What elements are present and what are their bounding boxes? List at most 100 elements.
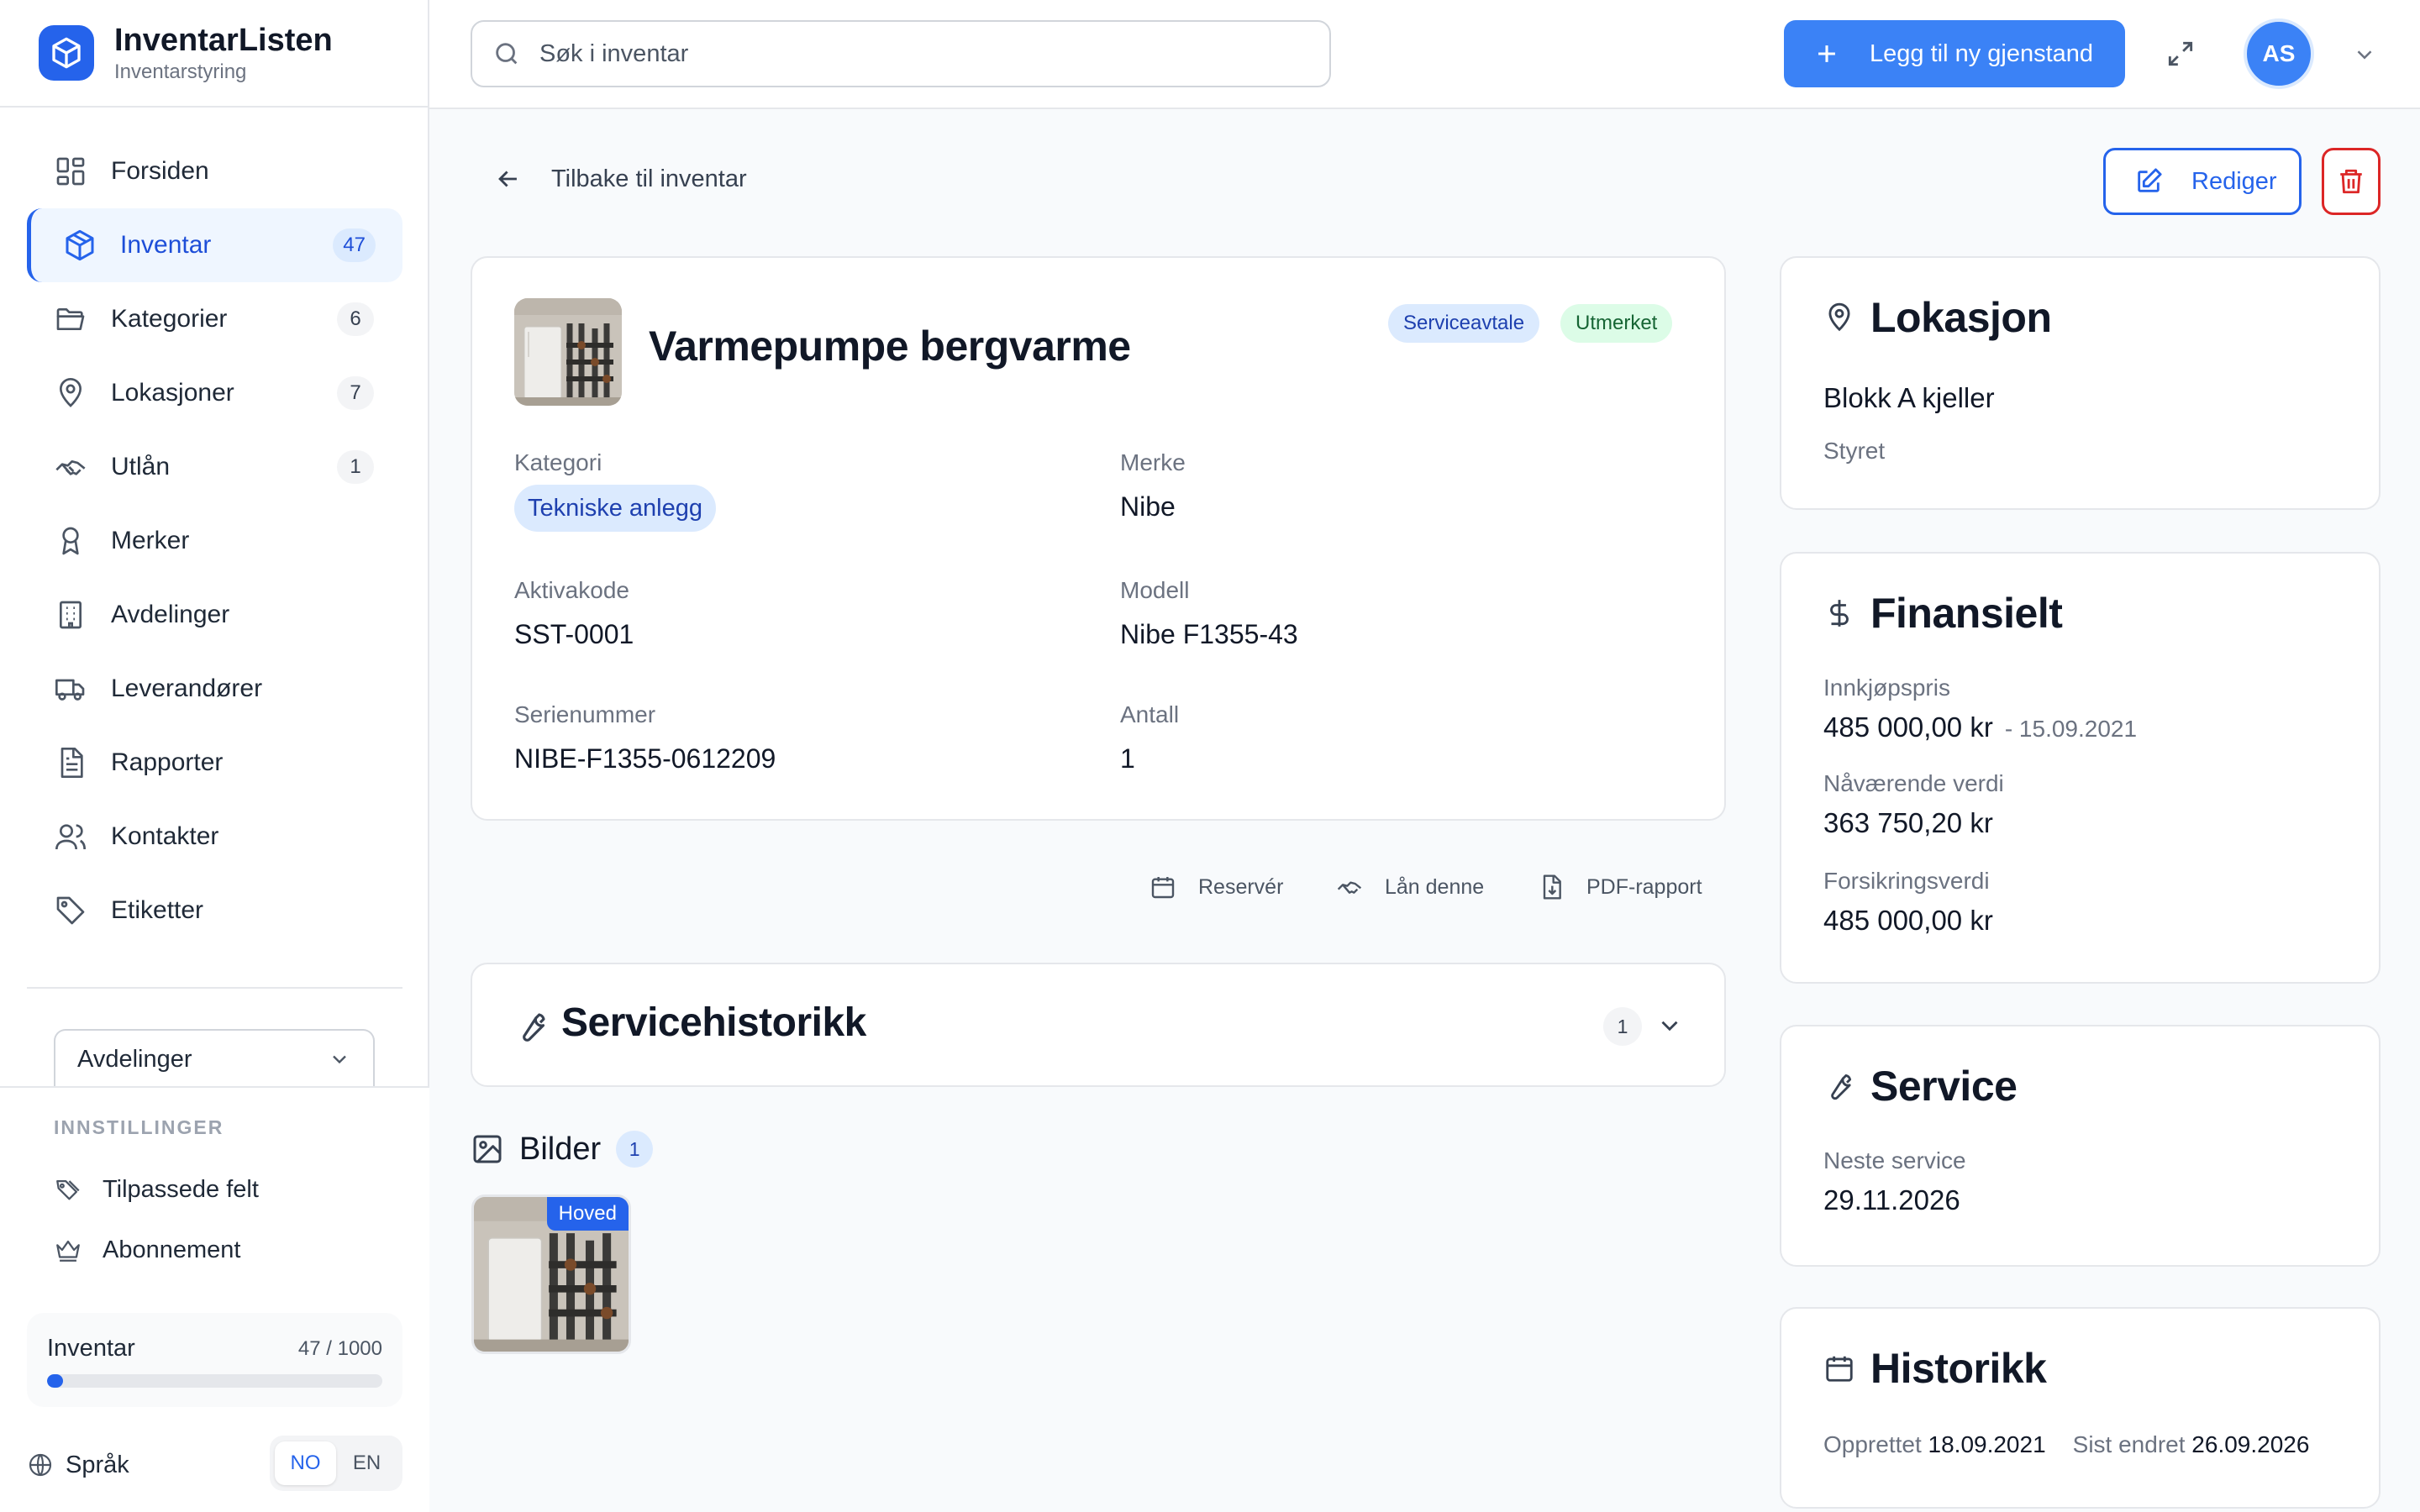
language-option-en[interactable]: EN (336, 1441, 397, 1485)
search-input[interactable] (539, 39, 1296, 68)
purchase-price-value: 485 000,00 kr - 15.09.2021 (1823, 711, 2137, 743)
service-title: Service (1870, 1063, 2018, 1110)
expand-icon[interactable] (2165, 38, 2196, 70)
location-place: Blokk A kjeller (1823, 382, 1995, 413)
purchase-price-amount: 485 000,00 kr (1823, 711, 1993, 743)
item-title: Varmepumpe bergvarme (649, 323, 1131, 370)
sidebar-item-merker[interactable]: Merker (27, 504, 402, 578)
usage-label: Inventar (47, 1335, 135, 1362)
tag-icon (54, 894, 87, 927)
location-card: Lokasjon Blokk A kjeller Styret (1780, 256, 2381, 510)
department-select[interactable]: Avdelinger (54, 1029, 375, 1088)
field-value-asset-code: SST-0001 (514, 619, 634, 649)
sidebar-item-label: Lokasjoner (111, 379, 234, 407)
sidebar-item-leverandorer[interactable]: Leverandører (27, 652, 402, 726)
count-badge: 6 (337, 302, 374, 336)
sidebar-item-lokasjoner[interactable]: Lokasjoner 7 (27, 356, 402, 430)
changed-value: 26.09.2026 (2191, 1431, 2310, 1457)
edit-button[interactable]: Rediger (2103, 148, 2302, 215)
dollar-icon (1823, 597, 1855, 629)
app-title: InventarListen (114, 23, 333, 58)
next-service-value: 29.11.2026 (1823, 1184, 1960, 1215)
users-icon (54, 820, 87, 853)
sidebar-divider (27, 987, 402, 989)
usage-value: 47 / 1000 (297, 1336, 382, 1360)
location-owner: Styret (1823, 438, 1886, 464)
sidebar-item-label: Avdelinger (111, 601, 230, 628)
file-download-icon (1538, 874, 1565, 900)
settings-item-label: Tilpassede felt (103, 1175, 259, 1203)
sidebar-item-label: Rapporter (111, 748, 224, 776)
calendar-icon (1150, 874, 1176, 900)
images-count: 1 (616, 1131, 654, 1168)
back-label: Tilbake til inventar (551, 165, 747, 192)
sidebar-item-etiketter[interactable]: Etiketter (27, 874, 402, 948)
handshake-icon (1336, 874, 1363, 900)
sidebar-item-avdelinger[interactable]: Avdelinger (27, 578, 402, 652)
sidebar-item-label: Etiketter (111, 896, 204, 924)
finance-title: Finansielt (1870, 590, 2063, 637)
loan-action[interactable]: Lån denne (1336, 874, 1484, 900)
field-value-serial: NIBE-F1355-0612209 (514, 743, 776, 774)
image-icon (471, 1132, 504, 1166)
department-select-value: Avdelinger (77, 1045, 192, 1073)
sidebar-item-inventar[interactable]: Inventar 47 (27, 208, 402, 282)
wrench-icon (1823, 1070, 1855, 1102)
field-label-category: Kategori (514, 449, 602, 475)
sidebar-item-kategorier[interactable]: Kategorier 6 (27, 282, 402, 356)
finance-card: Finansielt Innkjøpspris 485 000,00 kr - 1… (1780, 552, 2381, 984)
chevron-down-icon[interactable] (2352, 42, 2377, 67)
chevron-down-icon (328, 1047, 351, 1071)
folder-icon (54, 302, 87, 336)
sidebar-item-rapporter[interactable]: Rapporter (27, 726, 402, 800)
edit-icon (2134, 167, 2163, 196)
settings-item-label: Abonnement (103, 1236, 241, 1263)
brand[interactable]: InventarListen Inventarstyring (0, 0, 428, 108)
handshake-icon (54, 450, 87, 484)
avatar[interactable]: AS (2244, 18, 2314, 89)
building-icon (54, 598, 87, 632)
sidebar-item-label: Leverandører (111, 675, 263, 702)
box-logo-icon (39, 25, 94, 81)
sidebar-item-utlan[interactable]: Utlån 1 (27, 430, 402, 504)
sidebar-item-kontakter[interactable]: Kontakter (27, 800, 402, 874)
field-label-quantity: Antall (1120, 701, 1180, 727)
next-service-label: Neste service (1823, 1147, 1966, 1173)
reserve-action[interactable]: Reservér (1150, 874, 1283, 900)
map-pin-icon (54, 376, 87, 410)
service-history-accordion[interactable]: Servicehistorikk 1 (471, 963, 1726, 1087)
crown-icon (54, 1236, 82, 1264)
sidebar-item-label: Forsiden (111, 157, 209, 185)
language-label: Språk (66, 1451, 129, 1478)
loan-label: Lån denne (1385, 874, 1485, 899)
tag-service-agreement: Serviceavtale (1388, 304, 1540, 343)
pdf-report-action[interactable]: PDF-rapport (1538, 874, 1702, 900)
back-link[interactable]: Tilbake til inventar (494, 165, 747, 193)
created-label: Opprettet (1823, 1431, 1922, 1457)
sidebar-item-label: Merker (111, 527, 190, 554)
item-thumbnail[interactable] (514, 298, 622, 406)
history-title: Historikk (1870, 1345, 2047, 1392)
language-option-no[interactable]: NO (275, 1441, 336, 1485)
history-row: Opprettet 18.09.2021 Sist endret 26.09.2… (1823, 1431, 2309, 1458)
image-thumbnail[interactable]: Hoved (471, 1194, 631, 1354)
box-icon (63, 228, 97, 262)
insurance-value-label: Forsikringsverdi (1823, 868, 1990, 894)
pdf-report-label: PDF-rapport (1586, 874, 1702, 899)
language-switcher: Språk NO EN (27, 1436, 402, 1494)
changed-info: Sist endret 26.09.2026 (2073, 1431, 2310, 1458)
field-label-model: Modell (1120, 577, 1190, 603)
add-item-button[interactable]: Legg til ny gjenstand (1784, 20, 2125, 87)
settings-item-subscription[interactable]: Abonnement (54, 1236, 240, 1264)
category-chip[interactable]: Tekniske anlegg (514, 485, 716, 532)
sidebar-item-forsiden[interactable]: Forsiden (27, 134, 402, 208)
search-icon (492, 39, 521, 68)
settings-item-custom-fields[interactable]: Tilpassede felt (54, 1175, 259, 1204)
sidebar-item-label: Inventar (120, 231, 212, 259)
images-title: Bilder (519, 1131, 602, 1167)
field-label-serial: Serienummer (514, 701, 656, 727)
plus-icon (1812, 39, 1841, 68)
delete-button[interactable] (2322, 148, 2381, 215)
sidebar-item-label: Utlån (111, 453, 171, 480)
history-card: Historikk Opprettet 18.09.2021 Sist endr… (1780, 1307, 2381, 1509)
